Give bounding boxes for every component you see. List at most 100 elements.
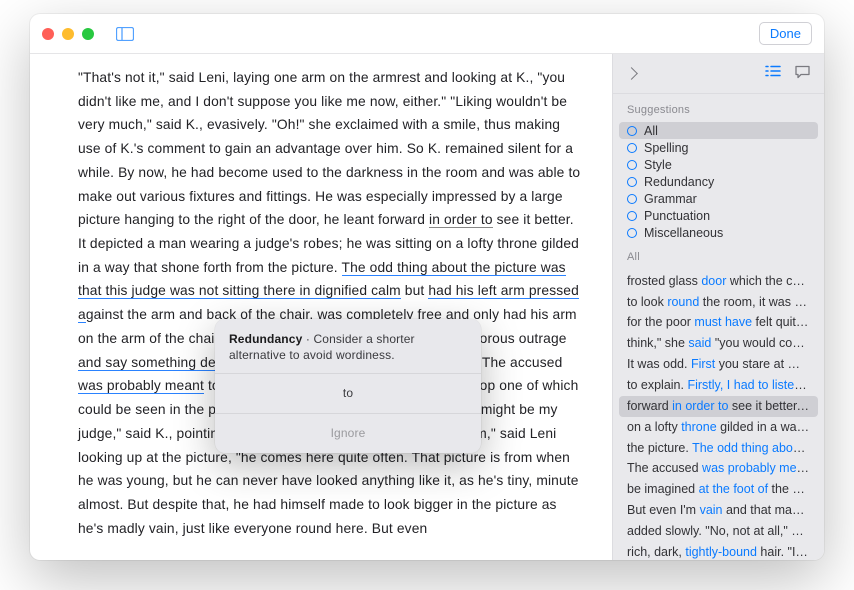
suggestion-pre: But even I'm [627,503,700,517]
suggestion-post: you stare at me as… [715,357,818,371]
suggestion-item[interactable]: rich, dark, tightly-bound hair. "I'd b… [619,542,818,560]
suggestion-item[interactable]: the picture. The odd thing about th… [619,438,818,459]
suggestion-post: and that makes m… [723,503,819,517]
filter-item-punctuation[interactable]: Punctuation [619,207,818,224]
content-area: "That's not it," said Leni, laying one a… [30,54,824,560]
filter-item-all[interactable]: All [619,122,818,139]
suggestion-post: the steps… [768,482,818,496]
filter-label: Style [644,158,672,172]
suggestion-item[interactable]: It was odd. First you stare at me as… [619,354,818,375]
suggestion-list: frosted glass door which the carer…to lo… [613,269,824,560]
filter-list: All Spelling Style Redundancy Grammar Punctua… [613,122,824,241]
suggestion-highlight: First [691,357,715,371]
filter-label: All [644,124,658,138]
done-button[interactable]: Done [759,22,812,45]
suggestion-item[interactable]: added slowly. "No, not at all," said… [619,521,818,542]
suggestion-item[interactable]: frosted glass door which the carer… [619,271,818,292]
suggestion-item[interactable]: forward in order to see it better. It d… [619,396,818,417]
popover-header: Redundancy · Consider a shorter alternat… [215,319,481,373]
body-text: "That's not it," said Leni, laying one a… [78,70,580,227]
app-window: Done "That's not it," said Leni, laying … [30,14,824,560]
filter-label: Grammar [644,192,697,206]
radio-icon [627,177,637,187]
filter-label: Punctuation [644,209,710,223]
editor-pane[interactable]: "That's not it," said Leni, laying one a… [30,54,612,560]
sidebar-suggestions-heading: Suggestions [613,94,824,122]
suggestion-pre: on a lofty [627,420,681,434]
popover-category: Redundancy [229,332,302,346]
sidebar-all-heading: All [613,241,824,269]
radio-icon [627,160,637,170]
traffic-lights [42,28,94,40]
radio-icon [627,126,637,136]
suggestion-highlight: throne [681,420,716,434]
suggestion-pre: for the poor [627,315,694,329]
radio-icon [627,194,637,204]
suggestion-pre: to explain. [627,378,687,392]
filter-item-redundancy[interactable]: Redundancy [619,173,818,190]
suggestion-post: the room, it was a lar… [699,295,818,309]
suggestion-highlight: Firstly, I had to listen to… [687,378,818,392]
flagged-redundancy-phrase[interactable]: in order to [429,212,493,228]
suggestion-post: "you would come o… [711,336,818,350]
sidebar-toggle-icon[interactable] [116,27,134,41]
suggestion-pre: to look [627,295,667,309]
suggestion-item[interactable]: The accused was probably meant t… [619,459,818,480]
popover-replacement-option[interactable]: to [215,373,481,413]
suggestion-item[interactable]: think," she said "you would come o… [619,334,818,355]
filter-item-grammar[interactable]: Grammar [619,190,818,207]
titlebar: Done [30,14,824,54]
sidebar-header [613,54,824,94]
suggestion-highlight: must have [694,315,752,329]
suggestion-item[interactable]: But even I'm vain and that makes m… [619,500,818,521]
filter-item-style[interactable]: Style [619,156,818,173]
suggestion-pre: forward [627,399,672,413]
suggestion-highlight: door [701,274,726,288]
filter-label: Redundancy [644,175,714,189]
radio-icon [627,143,637,153]
suggestion-highlight: tightly-bound [685,545,757,559]
suggestion-item[interactable]: for the poor must have felt quite los… [619,313,818,334]
chevron-right-icon[interactable] [625,67,638,80]
suggestion-post: gilded in a way tha… [717,420,818,434]
body-text: The accused [478,355,562,370]
suggestion-post: felt quite los… [752,315,818,329]
suggestion-highlight: said [688,336,711,350]
suggestion-item[interactable]: to explain. Firstly, I had to listen to… [619,375,818,396]
suggestion-highlight: at the foot of [699,482,769,496]
suggestion-item[interactable]: on a lofty throne gilded in a way tha… [619,417,818,438]
close-window-button[interactable] [42,28,54,40]
suggestion-post: which the carer… [726,274,818,288]
suggestion-highlight: in order to [672,399,728,413]
suggestion-pre: think," she [627,336,688,350]
suggestions-tab-icon[interactable] [765,65,781,82]
popover-ignore-option[interactable]: Ignore [215,413,481,453]
suggestion-item[interactable]: to look round the room, it was a lar… [619,292,818,313]
zoom-window-button[interactable] [82,28,94,40]
suggestion-pre: The accused [627,461,702,475]
flagged-grammar-phrase[interactable]: was probably meant [78,378,204,394]
filter-label: Spelling [644,141,688,155]
filter-item-miscellaneous[interactable]: Miscellaneous [619,224,818,241]
suggestion-highlight: was probably meant [702,461,814,475]
document-body[interactable]: "That's not it," said Leni, laying one a… [78,66,582,540]
filter-item-spelling[interactable]: Spelling [619,139,818,156]
radio-icon [627,211,637,221]
suggestion-highlight: round [667,295,699,309]
suggestion-popover: Redundancy · Consider a shorter alternat… [215,319,481,453]
comments-tab-icon[interactable] [795,65,810,82]
suggestion-highlight: The odd thing about th… [692,441,818,455]
body-text: but [401,283,429,298]
suggestion-post: hair. "I'd b… [757,545,818,559]
suggestion-pre: frosted glass [627,274,701,288]
suggestion-pre: rich, dark, [627,545,685,559]
suggestion-post: t… [814,461,818,475]
suggestion-highlight: vain [700,503,723,517]
radio-icon [627,228,637,238]
suggestion-pre: It was odd. [627,357,691,371]
sidebar-pane: Suggestions All Spelling Style Redundancy Gr… [612,54,824,560]
suggestion-item[interactable]: be imagined at the foot of the steps… [619,479,818,500]
minimize-window-button[interactable] [62,28,74,40]
filter-label: Miscellaneous [644,226,723,240]
suggestion-pre: added slowly. "No, not at all," said… [627,524,818,538]
